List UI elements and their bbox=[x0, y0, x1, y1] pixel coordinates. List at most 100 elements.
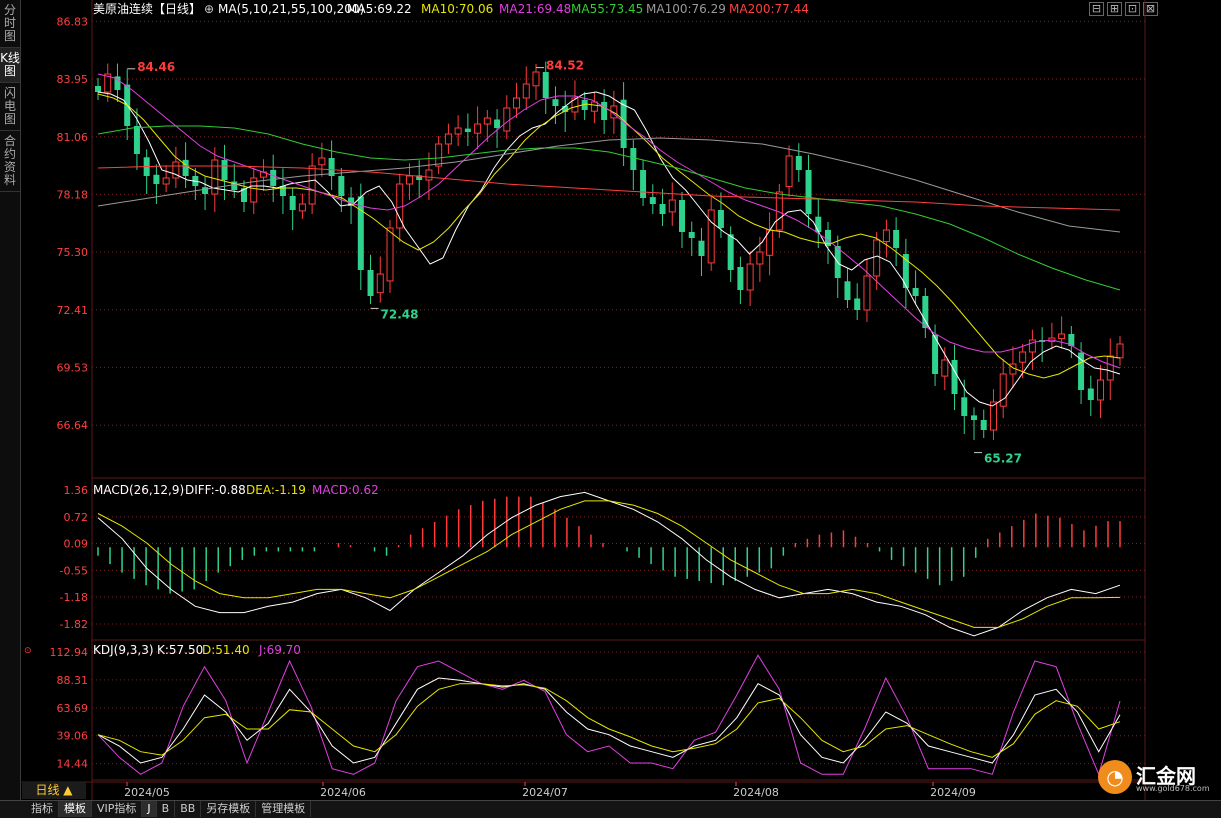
candle-body-up bbox=[590, 101, 598, 112]
candle-body-up bbox=[376, 273, 384, 294]
ma-value: MA100:76.29 bbox=[646, 2, 726, 16]
annotation-low: 72.48 bbox=[381, 307, 419, 321]
ma-line-ma5 bbox=[97, 91, 1121, 407]
sidebar-tab[interactable]: 闪电图 bbox=[0, 83, 20, 131]
candle-body-up bbox=[1116, 343, 1124, 359]
candle-body-down bbox=[737, 267, 744, 290]
macd-diff: DIFF:-0.88 bbox=[185, 483, 246, 497]
candle-body-down bbox=[815, 216, 822, 232]
candle-body-down bbox=[494, 119, 501, 128]
candle-body-down bbox=[270, 169, 277, 186]
candle-body-up bbox=[483, 117, 491, 125]
candle-body-up bbox=[318, 157, 326, 166]
ma-value: MA55:73.45 bbox=[571, 2, 643, 16]
candle-body-up bbox=[522, 83, 530, 99]
grid bbox=[20, 0, 1151, 800]
y-tick-label-left: -1.18 bbox=[60, 591, 88, 604]
bottom-tab[interactable]: 管理模板 bbox=[256, 801, 312, 817]
ma-params: MA(5,10,21,55,100,200) bbox=[218, 2, 364, 16]
candle-body-down bbox=[357, 196, 364, 270]
macd-label: MACD(26,12,9) bbox=[93, 483, 184, 497]
candle-body-up bbox=[1106, 355, 1114, 381]
annotation-low: 65.27 bbox=[984, 452, 1022, 466]
candle-body-down bbox=[795, 156, 802, 170]
macd-diff-line bbox=[97, 491, 1121, 637]
y-tick-label-left: 72.41 bbox=[57, 304, 89, 317]
candle-body-up bbox=[532, 71, 540, 87]
candle-body-down bbox=[912, 288, 919, 296]
moving-average-lines bbox=[97, 73, 1121, 407]
sidebar-tab[interactable]: 分时图 bbox=[0, 0, 20, 48]
candle-body-up bbox=[503, 107, 511, 132]
y-tick-label-left: 112.94 bbox=[50, 646, 89, 659]
candle-body-up bbox=[746, 263, 754, 291]
sidebar-tab[interactable]: 合约资料 bbox=[0, 131, 20, 192]
candle-body-down bbox=[893, 230, 900, 248]
settings-gear-icon[interactable]: ⊕ bbox=[204, 2, 214, 16]
candle-body-down bbox=[601, 102, 608, 120]
bottom-tab[interactable]: B bbox=[157, 801, 176, 817]
annotation-high: 84.52 bbox=[546, 59, 584, 73]
candle-body-up bbox=[308, 165, 316, 205]
candle-body-down bbox=[727, 234, 734, 270]
y-tick-label-left: 83.95 bbox=[57, 73, 89, 86]
candle-body-down bbox=[202, 187, 209, 194]
candle-body-up bbox=[454, 127, 462, 135]
candle-body-up bbox=[863, 275, 871, 311]
macd-value: MACD:0.62 bbox=[312, 483, 379, 497]
axis-labels: 86.8386.8383.9583.9581.0681.0678.1878.18… bbox=[50, 15, 89, 771]
candle-body-down bbox=[649, 197, 656, 204]
candle-body-up bbox=[668, 199, 676, 213]
bottom-tab[interactable]: J bbox=[142, 801, 157, 817]
kdj-j: J:69.70 bbox=[258, 643, 301, 657]
candle-body-down bbox=[961, 397, 968, 416]
candle-body-down bbox=[854, 298, 861, 310]
ma-value: MA21:69.48 bbox=[499, 2, 571, 16]
candle-body-up bbox=[162, 177, 170, 185]
y-tick-label-left: 88.31 bbox=[57, 674, 89, 687]
bottom-tab[interactable]: BB bbox=[175, 801, 202, 817]
bottom-tab[interactable]: 模板 bbox=[59, 801, 92, 817]
y-tick-label-left: 69.53 bbox=[57, 361, 89, 374]
x-tick-label: 2024/08 bbox=[733, 786, 779, 799]
candle-body-up bbox=[785, 155, 793, 188]
candle-body-up bbox=[1058, 333, 1066, 340]
candle-body-down bbox=[1087, 388, 1094, 400]
y-tick-label-left: 1.36 bbox=[64, 484, 89, 497]
y-tick-label-left: 75.30 bbox=[57, 246, 89, 259]
macd-dea: DEA:-1.19 bbox=[246, 483, 306, 497]
period-badge[interactable]: 日线 ▲ bbox=[22, 782, 86, 799]
candle-body-up bbox=[298, 203, 306, 212]
kdj-marker-icon: ⊙ bbox=[24, 646, 32, 656]
sidebar: 分时图 K线图 闪电图 合约资料 bbox=[0, 0, 21, 800]
candle-body-down bbox=[659, 204, 666, 214]
candle-body-down bbox=[640, 170, 647, 198]
logo-mark-icon: ◔ bbox=[1098, 760, 1132, 794]
bottom-tab[interactable]: 另存模板 bbox=[201, 801, 257, 817]
y-tick-label-left: 78.18 bbox=[57, 188, 89, 201]
x-tick-label: 2024/06 bbox=[320, 786, 366, 799]
candle-body-down bbox=[153, 174, 160, 184]
bottom-tab[interactable]: VIP指标 bbox=[92, 801, 143, 817]
x-axis-labels: 2024/05 2024/06 2024/07 2024/08 2024/09 bbox=[124, 782, 976, 799]
candle-body-down bbox=[688, 232, 695, 238]
y-tick-label-left: 0.72 bbox=[64, 511, 89, 524]
candle-body-down bbox=[552, 99, 559, 106]
candle-body-down bbox=[182, 159, 189, 176]
y-tick-label-left: 14.44 bbox=[57, 758, 89, 771]
annotation-high: 84.46 bbox=[137, 60, 175, 74]
kdj-label: KDJ(9,3,3) bbox=[93, 643, 154, 657]
y-tick-label-left: 86.83 bbox=[57, 15, 89, 28]
ma-values: MA5:69.22 MA10:70.06 MA21:69.48 MA55:73.45 M… bbox=[347, 2, 809, 16]
bottom-tab[interactable]: 指标 bbox=[26, 801, 59, 817]
candle-body-down bbox=[844, 281, 851, 300]
macd-chart bbox=[97, 491, 1121, 637]
chart-area[interactable]: 美原油连续【日线】 ⊕ MA(5,10,21,55,100,200) MA5:6… bbox=[20, 0, 1151, 800]
candle-body-down bbox=[980, 420, 987, 430]
candle-body-down bbox=[630, 148, 637, 170]
candle-body-up bbox=[474, 123, 482, 134]
candle-body-up bbox=[405, 175, 413, 185]
sidebar-tab[interactable]: K线图 bbox=[0, 48, 20, 83]
candle-body-up bbox=[444, 133, 452, 145]
logo-url: www.gold678.com bbox=[1136, 784, 1210, 793]
